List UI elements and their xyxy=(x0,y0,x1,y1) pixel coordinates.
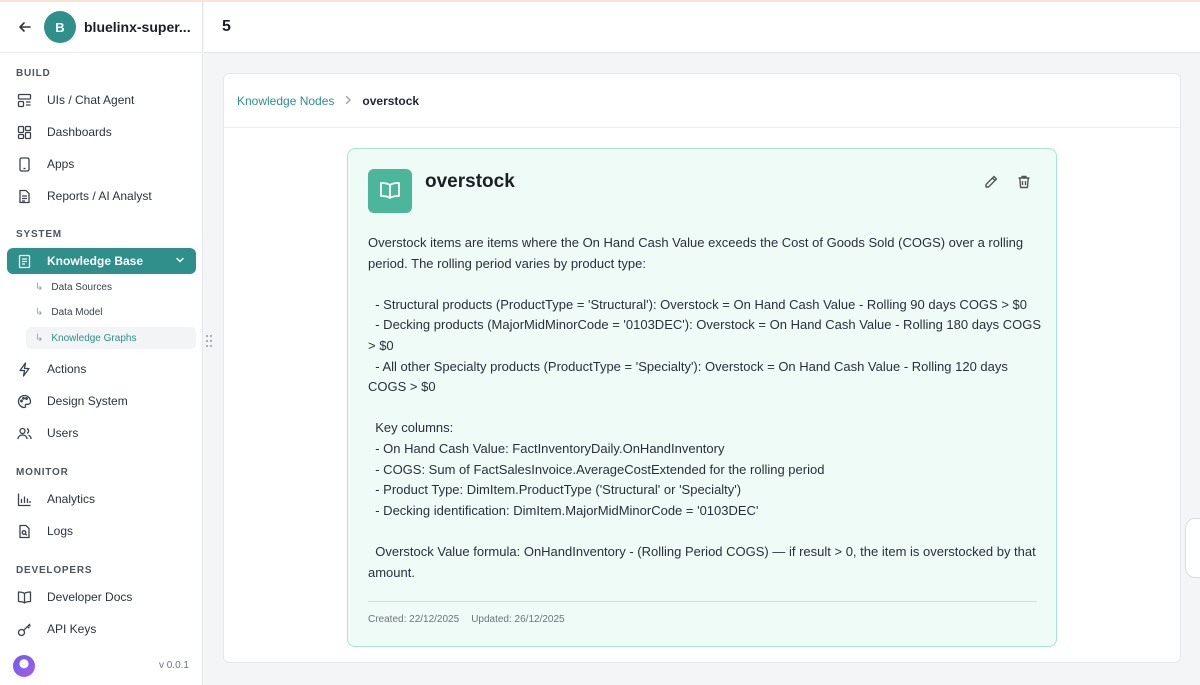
layout-icon xyxy=(16,92,32,108)
knowledge-node-card: overstock Overstock items are items wher… xyxy=(347,148,1057,647)
sub-arrow-icon: ↳ xyxy=(35,332,44,344)
node-timestamps: Created: 22/12/2025 Updated: 26/12/2025 xyxy=(368,614,565,625)
sidebar-item-uis[interactable]: UIs / Chat Agent xyxy=(7,87,196,113)
sidebar-item-label: API Keys xyxy=(47,622,97,636)
sidebar-subitem-label: Data Model xyxy=(51,306,103,318)
section-system: SYSTEM xyxy=(16,229,62,240)
section-developers: DEVELOPERS xyxy=(16,565,93,576)
sidebar-subitem-data-model[interactable]: ↳ Data Model xyxy=(26,301,196,323)
sidebar-item-label: Analytics xyxy=(47,492,96,506)
sidebar-subitem-knowledge-graphs[interactable]: ↳ Knowledge Graphs xyxy=(26,327,196,349)
sidebar-footer: v 0.0.1 xyxy=(0,649,203,685)
sidebar-item-dashboards[interactable]: Dashboards xyxy=(7,119,196,145)
node-description: Overstock items are items where the On H… xyxy=(368,235,1042,580)
file-search-icon xyxy=(16,523,32,539)
sidebar-item-reports[interactable]: Reports / AI Analyst xyxy=(7,183,196,209)
content-panel: Knowledge Nodes overstock overstock Over… xyxy=(223,73,1181,663)
book-icon xyxy=(16,253,32,269)
sub-arrow-icon: ↳ xyxy=(35,281,44,293)
sidebar-item-label: Developer Docs xyxy=(47,590,133,604)
users-icon xyxy=(16,425,32,441)
sidebar-item-label: Logs xyxy=(47,524,74,538)
sidebar-item-api-keys[interactable]: API Keys xyxy=(7,616,196,642)
sidebar-item-design-system[interactable]: Design System xyxy=(7,388,196,414)
sidebar-subitem-data-sources[interactable]: ↳ Data Sources xyxy=(26,276,196,298)
sidebar-item-label: Knowledge Base xyxy=(47,254,144,268)
lightning-icon xyxy=(16,361,32,377)
sidebar-item-label: Users xyxy=(47,426,79,440)
sidebar-subitem-label: Knowledge Graphs xyxy=(51,332,137,344)
back-arrow-icon[interactable] xyxy=(18,19,34,35)
sidebar-item-label: Apps xyxy=(47,157,75,171)
sidebar-header: B bluelinx-super... xyxy=(0,2,202,53)
sidebar-item-users[interactable]: Users xyxy=(7,420,196,446)
sidebar-item-label: Reports / AI Analyst xyxy=(47,189,152,203)
breadcrumb-current: overstock xyxy=(362,93,420,108)
bar-chart-icon xyxy=(16,491,32,507)
breadcrumb-link-knowledge-nodes[interactable]: Knowledge Nodes xyxy=(237,94,334,108)
user-avatar[interactable] xyxy=(13,655,35,677)
key-icon xyxy=(16,621,32,637)
sidebar-item-apps[interactable]: Apps xyxy=(7,151,196,177)
breadcrumb: Knowledge Nodes overstock xyxy=(224,74,1180,128)
updated-date: Updated: 26/12/2025 xyxy=(471,614,565,625)
sidebar-item-label: Dashboards xyxy=(47,125,112,139)
section-build: BUILD xyxy=(16,68,51,79)
created-date: Created: 22/12/2025 xyxy=(368,614,460,625)
sub-arrow-icon: ↳ xyxy=(35,306,44,318)
sidebar-item-label: UIs / Chat Agent xyxy=(47,93,135,107)
sidebar-item-logs[interactable]: Logs xyxy=(7,518,196,544)
section-monitor: MONITOR xyxy=(16,467,69,478)
trash-icon[interactable] xyxy=(1016,174,1032,190)
edit-pencil-icon[interactable] xyxy=(983,174,999,190)
sidebar-item-analytics[interactable]: Analytics xyxy=(7,486,196,512)
sidebar-item-label: Design System xyxy=(47,394,128,408)
chevron-right-icon xyxy=(344,94,352,108)
version-label: v 0.0.1 xyxy=(158,660,189,671)
page-title: 5 xyxy=(222,18,231,35)
palette-icon xyxy=(16,393,32,409)
tablet-icon xyxy=(16,156,32,172)
open-book-icon xyxy=(368,169,412,213)
grid-icon xyxy=(16,124,32,140)
chevron-down-icon[interactable] xyxy=(174,254,186,266)
sidebar-item-developer-docs[interactable]: Developer Docs xyxy=(7,584,196,610)
open-book-icon xyxy=(16,589,32,605)
sidebar-item-knowledge-base[interactable]: Knowledge Base xyxy=(7,248,196,274)
floating-side-widget[interactable] xyxy=(1185,518,1200,578)
sidebar-subitem-label: Data Sources xyxy=(51,281,112,293)
sidebar-item-label: Actions xyxy=(47,362,87,376)
node-title: overstock xyxy=(425,171,515,192)
top-bar: 5 xyxy=(204,2,1200,53)
sidebar: B bluelinx-super... BUILD UIs / Chat Age… xyxy=(0,2,203,685)
sidebar-item-actions[interactable]: Actions xyxy=(7,356,196,382)
sidebar-resize-handle-icon[interactable] xyxy=(205,334,213,348)
document-icon xyxy=(16,188,32,204)
card-divider xyxy=(368,601,1037,602)
org-avatar[interactable]: B xyxy=(44,11,76,43)
org-name[interactable]: bluelinx-super... xyxy=(84,19,191,35)
